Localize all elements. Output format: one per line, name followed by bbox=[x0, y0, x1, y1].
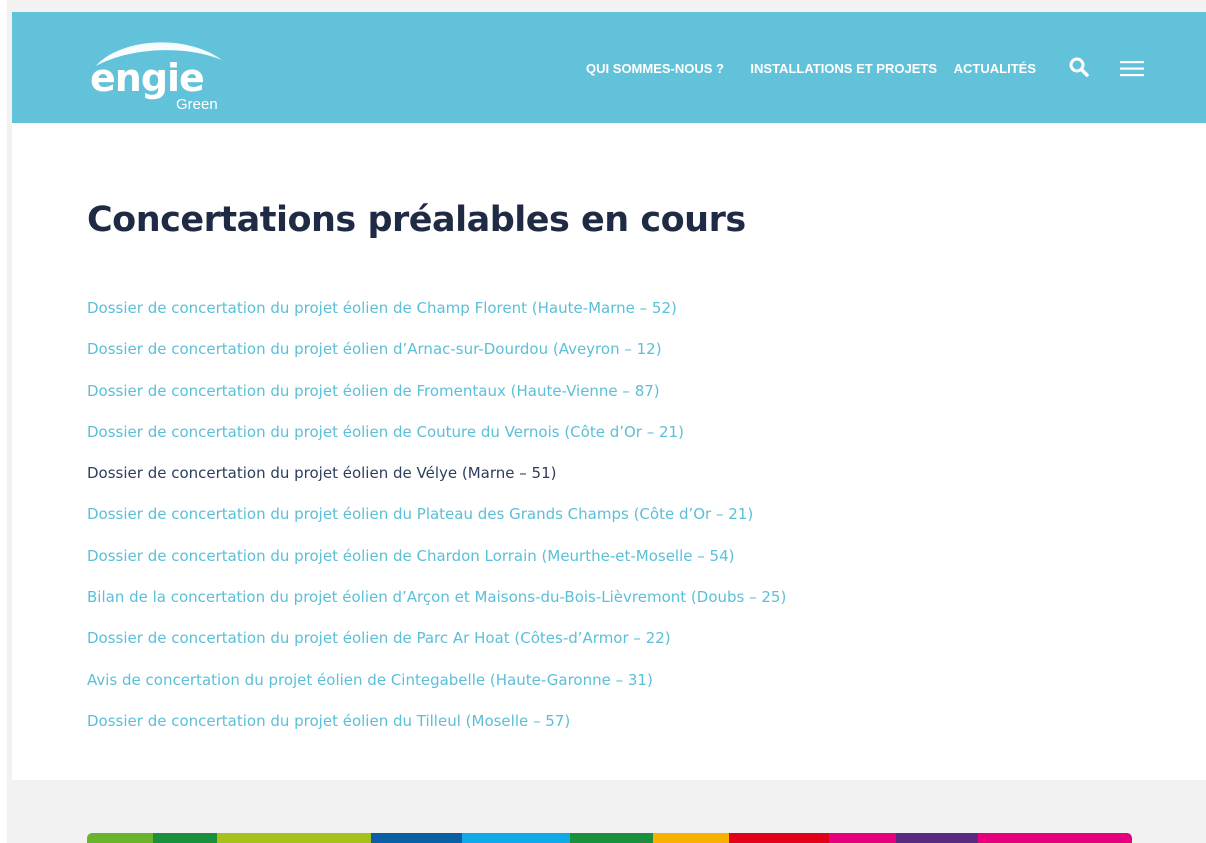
search-icon[interactable] bbox=[1068, 56, 1090, 83]
document-link[interactable]: Dossier de concertation du projet éolien… bbox=[87, 299, 677, 317]
color-stripe bbox=[87, 833, 153, 843]
engie-green-logo[interactable]: engie Green bbox=[88, 30, 228, 113]
list-item: Dossier de concertation du projet éolien… bbox=[87, 546, 786, 587]
color-stripe bbox=[896, 833, 978, 843]
color-stripe bbox=[217, 833, 371, 843]
color-stripe bbox=[371, 833, 462, 843]
list-item: Dossier de concertation du projet éolien… bbox=[87, 422, 786, 463]
color-stripe bbox=[829, 833, 896, 843]
document-link[interactable]: Dossier de concertation du projet éolien… bbox=[87, 547, 734, 565]
list-item: Dossier de concertation du projet éolien… bbox=[87, 298, 786, 339]
list-item: Dossier de concertation du projet éolien… bbox=[87, 381, 786, 422]
list-item: Bilan de la concertation du projet éolie… bbox=[87, 587, 786, 628]
document-link[interactable]: Dossier de concertation du projet éolien… bbox=[87, 629, 671, 647]
list-item: Avis de concertation du projet éolien de… bbox=[87, 670, 786, 711]
left-page-edge bbox=[0, 0, 7, 843]
page-title: Concertations préalables en cours bbox=[87, 200, 746, 240]
logo-wordmark: engie bbox=[90, 56, 205, 100]
document-link[interactable]: Dossier de concertation du projet éolien… bbox=[87, 712, 570, 730]
list-item: Dossier de concertation du projet éolien… bbox=[87, 463, 786, 504]
nav-qui-sommes-nous[interactable]: QUI SOMMES-NOUS ? bbox=[586, 61, 724, 76]
site-header: engie Green QUI SOMMES-NOUS ? INSTALLATI… bbox=[12, 12, 1206, 123]
document-link[interactable]: Avis de concertation du projet éolien de… bbox=[87, 671, 653, 689]
list-item: Dossier de concertation du projet éolien… bbox=[87, 711, 786, 752]
color-stripe bbox=[570, 833, 653, 843]
nav-actualites[interactable]: ACTUALITÉS bbox=[954, 61, 1036, 76]
list-item: Dossier de concertation du projet éolien… bbox=[87, 504, 786, 545]
list-item: Dossier de concertation du projet éolien… bbox=[87, 628, 786, 669]
logo-subtitle: Green bbox=[176, 96, 218, 113]
footer-color-bar bbox=[87, 833, 1132, 843]
color-stripe bbox=[729, 833, 829, 843]
color-stripe bbox=[462, 833, 570, 843]
list-item: Dossier de concertation du projet éolien… bbox=[87, 339, 786, 380]
page: engie Green QUI SOMMES-NOUS ? INSTALLATI… bbox=[12, 12, 1206, 780]
document-link[interactable]: Dossier de concertation du projet éolien… bbox=[87, 505, 753, 523]
document-link[interactable]: Dossier de concertation du projet éolien… bbox=[87, 340, 662, 358]
document-link-visited[interactable]: Dossier de concertation du projet éolien… bbox=[87, 464, 556, 482]
color-stripe bbox=[978, 833, 1132, 843]
color-stripe bbox=[653, 833, 729, 843]
menu-icon[interactable] bbox=[1120, 60, 1144, 83]
concertation-list: Dossier de concertation du projet éolien… bbox=[87, 298, 786, 752]
document-link[interactable]: Dossier de concertation du projet éolien… bbox=[87, 382, 660, 400]
document-link[interactable]: Bilan de la concertation du projet éolie… bbox=[87, 588, 786, 606]
nav-installations-et-projets[interactable]: INSTALLATIONS ET PROJETS bbox=[750, 61, 937, 76]
document-link[interactable]: Dossier de concertation du projet éolien… bbox=[87, 423, 684, 441]
color-stripe bbox=[153, 833, 217, 843]
